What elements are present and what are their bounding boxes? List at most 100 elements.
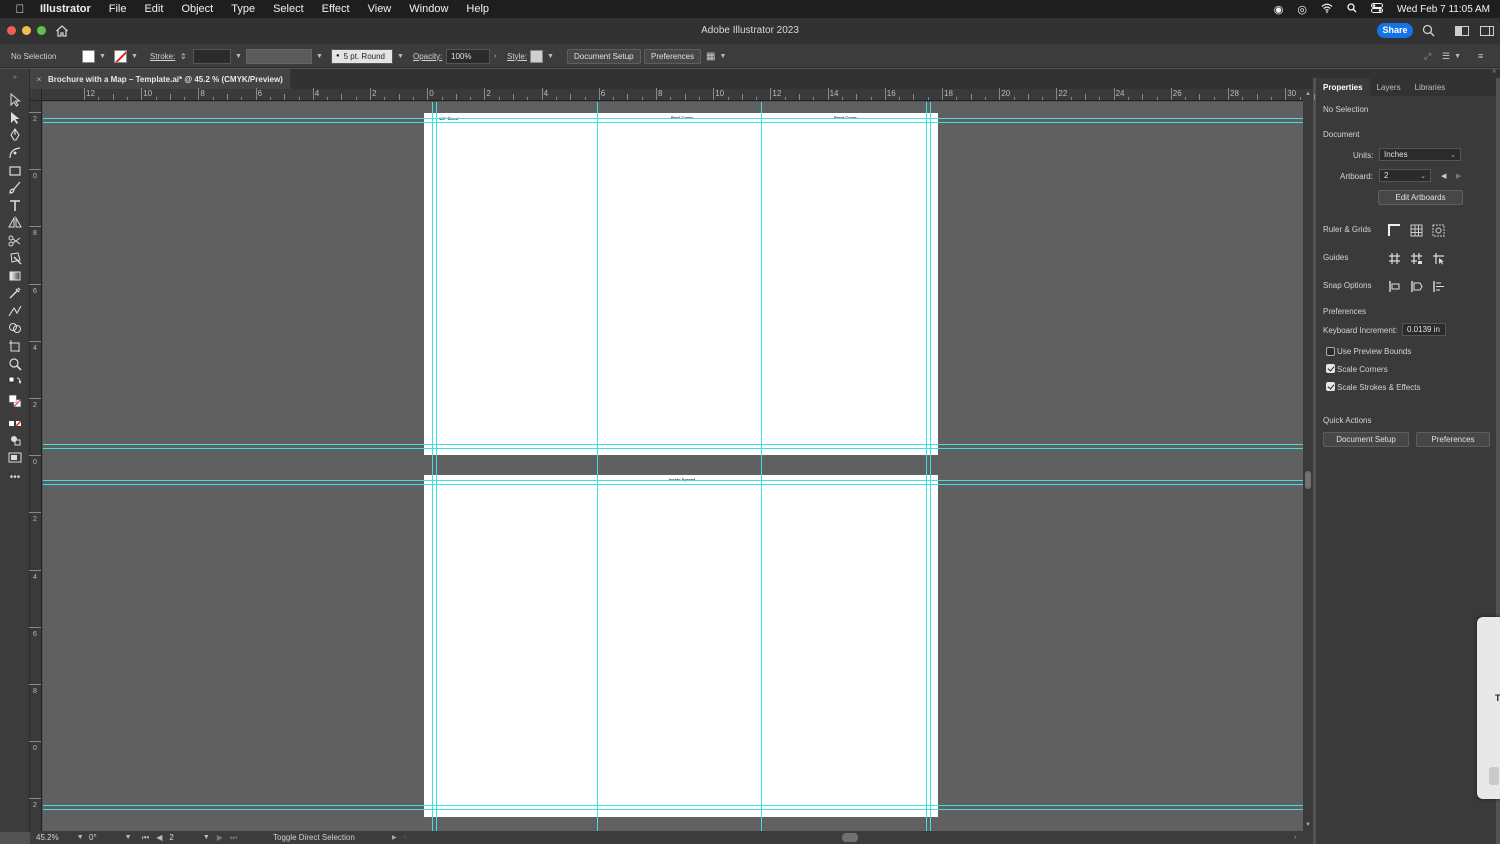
guide-horizontal[interactable] [43,480,1303,481]
shape-builder-tool-icon[interactable] [6,320,24,336]
units-select[interactable]: Inches ⌄ [1379,148,1461,161]
grid-icon[interactable] [1408,222,1424,238]
menu-type[interactable]: Type [222,3,264,15]
color-mode-icon[interactable] [6,415,24,431]
toolbar-collapse-icon[interactable]: » [6,73,24,81]
lock-guides-icon[interactable] [1408,250,1424,266]
vertical-ruler[interactable]: 2 0 8 6 4 2 0 2 4 6 8 0 2 [29,101,42,831]
guide-horizontal[interactable] [43,809,1303,810]
previous-artboard-icon[interactable]: ◀ [156,833,162,842]
opacity-label[interactable]: Opacity: [413,44,442,68]
eyedropper-tool-icon[interactable] [6,285,24,301]
selection-tool-icon[interactable] [6,92,24,108]
first-artboard-icon[interactable]: ⏮ [142,833,149,843]
guide-horizontal[interactable] [43,118,1303,119]
last-artboard-icon[interactable]: ⏭ [230,833,237,843]
menu-window[interactable]: Window [400,3,457,15]
menu-view[interactable]: View [359,3,401,15]
vertical-scrollbar[interactable]: ▲ ▼ [1303,89,1313,832]
scroll-down-icon[interactable]: ▼ [1305,822,1311,828]
search-icon[interactable] [1422,24,1436,38]
type-tool-icon[interactable] [6,198,24,214]
use-preview-bounds-checkbox[interactable] [1326,347,1335,356]
workspace-switcher-icon[interactable] [1455,24,1469,38]
transparency-grid-icon[interactable] [1430,222,1446,238]
guide-vertical[interactable] [930,102,931,831]
scale-corners-checkbox[interactable] [1326,364,1335,373]
artboard-select[interactable]: 2 ⌄ [1379,169,1431,182]
next-artboard-icon[interactable]: ▶ [1456,172,1461,180]
drawing-modes-icon[interactable] [6,432,24,448]
menu-select[interactable]: Select [264,3,313,15]
menu-edit[interactable]: Edit [135,3,172,15]
artboard-1[interactable]: 1/8" Bleed Back Cover Front Cover [424,113,938,455]
free-transform-tool-icon[interactable] [6,250,24,266]
tab-libraries[interactable]: Libraries [1408,78,1453,96]
menu-help[interactable]: Help [457,3,498,15]
clock[interactable]: Wed Feb 7 11:05 AM [1397,4,1490,15]
scroll-left-icon[interactable]: ‹ [404,831,406,844]
panel-toggle-icon[interactable] [1480,24,1494,38]
guide-vertical[interactable] [926,102,927,831]
floating-popup-handle[interactable] [1489,767,1499,785]
direct-selection-tool-icon[interactable] [6,110,24,126]
wifi-icon[interactable] [1321,3,1333,16]
screen-mode-icon[interactable] [6,449,24,465]
document-setup-button[interactable]: Document Setup [567,44,641,68]
snap-to-grid-icon[interactable] [1430,278,1446,294]
artboard-number[interactable]: 2 [169,833,173,842]
align-icon[interactable]: ☰ ▼ [1442,44,1461,68]
siri-icon[interactable]: ◎ [1297,3,1307,16]
horizontal-ruler[interactable]: 12 10 8 6 4 2 0 2 4 6 8 10 12 14 16 18 20 22 24 26 28 30 [42,88,1330,101]
artboard-2[interactable]: Inside Spread [424,475,938,817]
ruler-origin[interactable] [30,89,42,101]
blend-tool-icon[interactable] [6,303,24,319]
keyboard-increment-field[interactable]: 0.0139 in [1402,323,1446,336]
scroll-right-icon[interactable]: › [1294,831,1296,844]
horizontal-scroll-thumb[interactable] [842,833,858,842]
smart-guides-icon[interactable] [1430,250,1446,266]
quick-preferences-button[interactable]: Preferences [1416,432,1490,447]
tab-properties[interactable]: Properties [1316,78,1370,96]
control-center-icon[interactable] [1370,2,1383,16]
stroke-weight-stepper[interactable]: ⇕ [180,44,187,68]
guide-horizontal[interactable] [43,448,1303,449]
scroll-up-icon[interactable]: ▲ [1305,91,1311,97]
scale-strokes-checkbox[interactable] [1326,382,1335,391]
control-bar-menu-icon[interactable]: ≡ [1478,44,1483,68]
next-artboard-icon[interactable]: ▶ [217,833,223,842]
ruler-icon[interactable] [1386,222,1402,238]
pen-tool-icon[interactable] [6,127,24,143]
menu-effect[interactable]: Effect [313,3,359,15]
stroke-weight-field[interactable]: ▼ [193,44,242,68]
reflect-tool-icon[interactable] [6,215,24,231]
vertical-scroll-thumb[interactable] [1305,471,1311,489]
menu-app-name[interactable]: Illustrator [40,3,100,15]
snap-to-point-icon[interactable] [1386,278,1402,294]
guide-vertical[interactable] [761,102,762,831]
stroke-swatch[interactable]: ▼ [114,44,138,68]
transform-icon[interactable]: ⤢ [1424,44,1431,68]
artboard-tool-icon[interactable] [6,338,24,354]
spotlight-search-icon[interactable] [1347,2,1357,16]
fill-swatch[interactable]: ▼ [82,44,106,68]
document-tab[interactable]: × Brochure with a Map – Template.ai* @ 4… [30,69,290,89]
scissors-tool-icon[interactable] [6,233,24,249]
rotation-value[interactable]: 0° [89,833,97,842]
guide-horizontal[interactable] [43,444,1303,445]
previous-artboard-icon[interactable]: ◀ [1441,172,1446,180]
stroke-label[interactable]: Stroke: [150,44,175,68]
guide-horizontal[interactable] [43,484,1303,485]
canvas[interactable]: 1/8" Bleed Back Cover Front Cover Inside… [43,102,1303,831]
tab-layers[interactable]: Layers [1370,78,1408,96]
opacity-value[interactable]: 100% [446,48,490,64]
edit-toolbar-icon[interactable]: ••• [6,469,24,485]
share-button[interactable]: Share [1377,23,1413,38]
status-menu-arrow-icon[interactable]: ▶ [392,831,397,844]
zoom-tool-icon[interactable] [6,356,24,372]
zoom-field[interactable]: 45.2% ▼ [36,831,84,844]
opacity-field[interactable]: 100% › [446,44,496,68]
snap-to-pixel-icon[interactable] [1408,278,1424,294]
menu-object[interactable]: Object [172,3,222,15]
floating-popup[interactable]: T [1477,617,1500,799]
